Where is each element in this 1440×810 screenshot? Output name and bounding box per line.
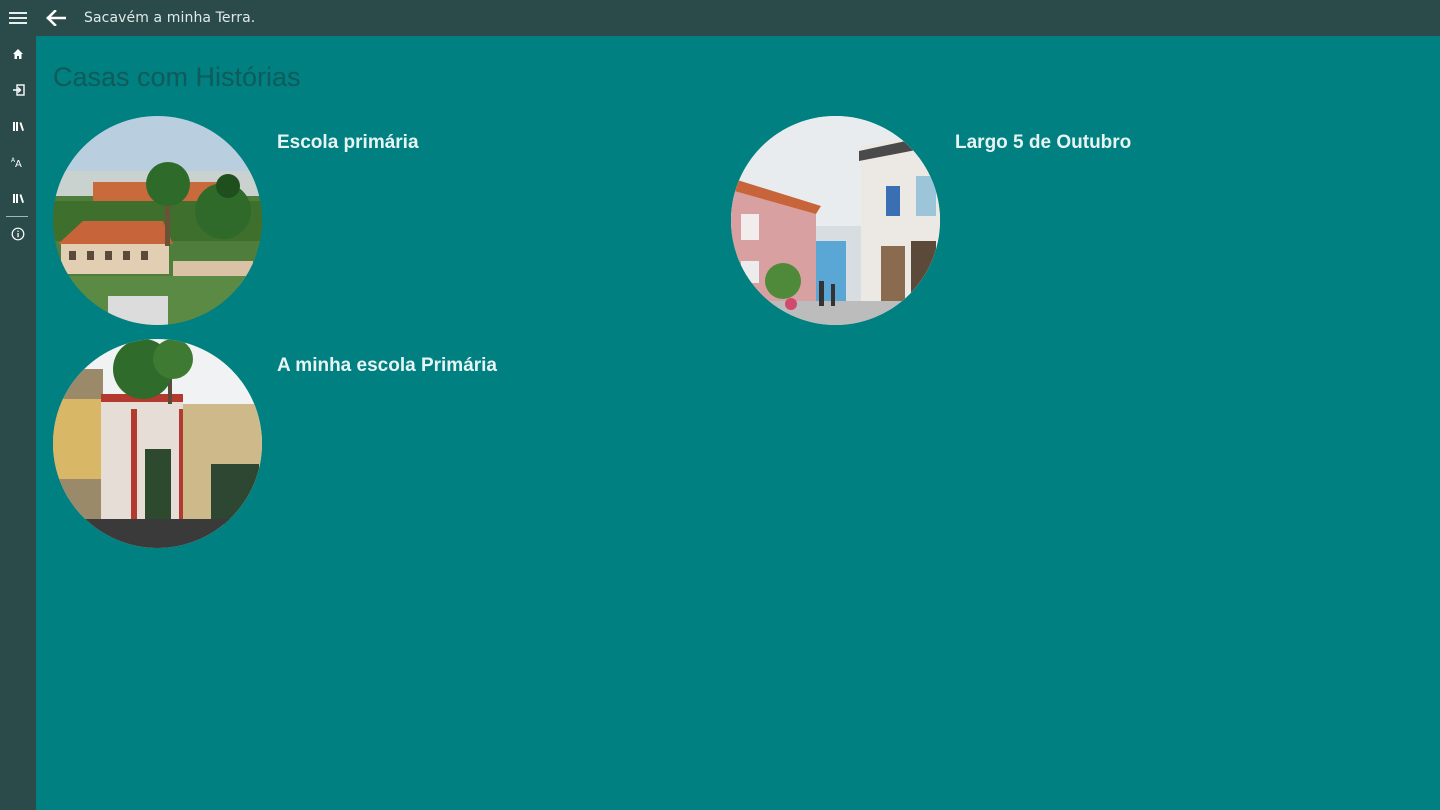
home-icon xyxy=(13,49,23,59)
font-size-icon: A A xyxy=(11,157,22,168)
card-photo xyxy=(731,116,940,325)
library-icon xyxy=(12,121,24,131)
sidebar-item-font-size[interactable]: A A xyxy=(0,144,36,180)
sidebar: A A xyxy=(0,36,36,810)
info-icon xyxy=(11,227,25,241)
library-icon xyxy=(12,193,24,203)
app-title: Sacavém a minha Terra. xyxy=(84,10,256,26)
card-photo xyxy=(53,116,262,325)
title-bar: Sacavém a minha Terra. xyxy=(0,0,1440,36)
page-title: Casas com Histórias xyxy=(53,62,301,92)
main-content: Casas com Histórias Escola primária Larg… xyxy=(36,36,1440,810)
hamburger-menu-button[interactable] xyxy=(0,0,36,36)
hamburger-icon xyxy=(9,12,27,24)
story-card[interactable]: Escola primária xyxy=(53,116,693,326)
svg-text:A: A xyxy=(15,159,22,168)
story-card[interactable]: Largo 5 de Outubro xyxy=(731,116,1371,326)
card-title: Escola primária xyxy=(277,132,419,153)
story-card[interactable]: A minha escola Primária xyxy=(53,339,693,549)
back-arrow-icon xyxy=(46,10,66,26)
card-photo xyxy=(53,339,262,548)
sidebar-item-library[interactable] xyxy=(0,108,36,144)
sidebar-item-library-2[interactable] xyxy=(0,180,36,216)
sidebar-item-info[interactable] xyxy=(0,216,36,252)
card-title: Largo 5 de Outubro xyxy=(955,132,1132,153)
card-title: A minha escola Primária xyxy=(277,355,498,376)
sidebar-item-home[interactable] xyxy=(0,36,36,72)
sidebar-item-sign-in[interactable] xyxy=(0,72,36,108)
sign-in-icon xyxy=(12,84,25,96)
back-button[interactable] xyxy=(38,0,74,36)
